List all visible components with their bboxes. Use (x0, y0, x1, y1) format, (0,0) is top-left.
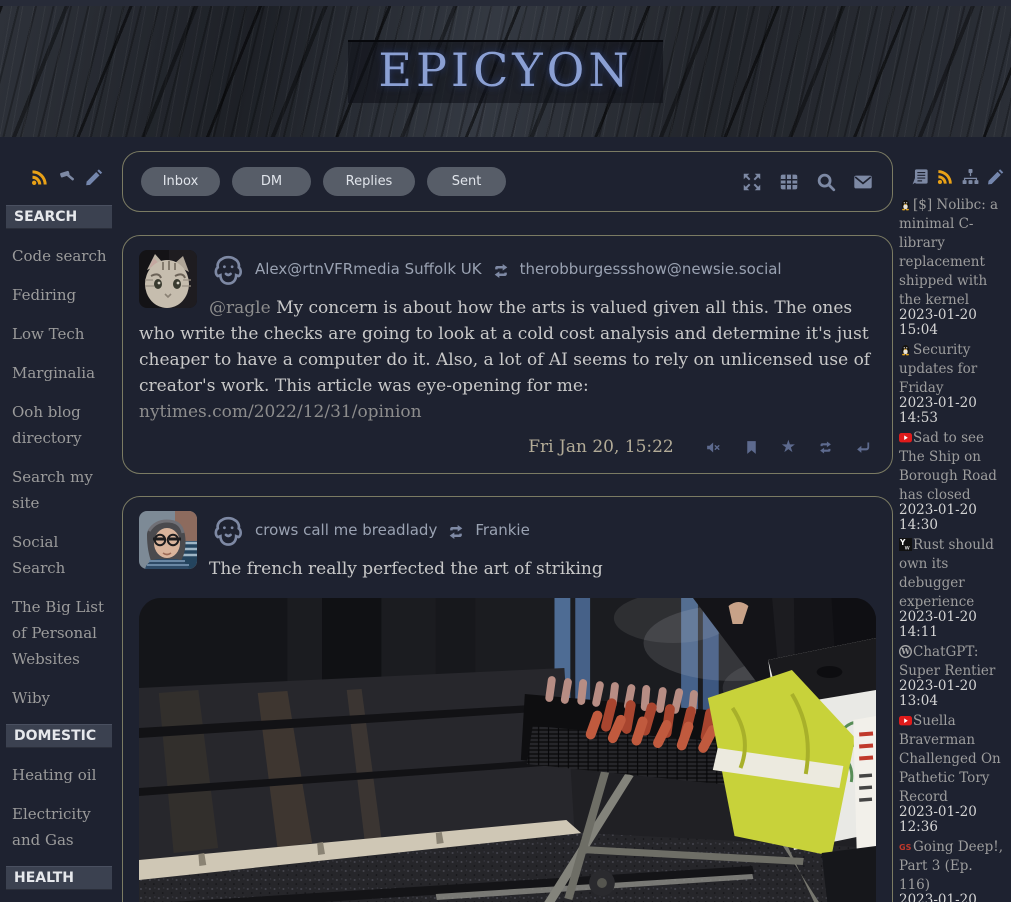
newswire-title: GSGoing Deep!, Part 3 (Ep. 116) (899, 839, 1003, 893)
newswire-title: YwRust should own its debugger experienc… (899, 537, 994, 610)
post: crows call me breadlady Frankie The fren… (122, 496, 893, 902)
left-sidebar-icons (6, 151, 112, 197)
star-like-icon[interactable]: ★ (781, 439, 796, 456)
tab-replies[interactable]: Replies (323, 167, 415, 196)
svg-text:w: w (905, 544, 911, 552)
sidebar-link-code-search[interactable]: Code search (6, 243, 112, 269)
svg-text:GS: GS (899, 843, 912, 852)
post-header: Alex@rtnVFRmedia Suffolk UK therobburges… (209, 250, 876, 285)
newswire-item[interactable]: Suella Braverman Challenged On Pathetic … (899, 710, 1007, 834)
sidebar-link-social-search[interactable]: Social Search (6, 529, 112, 581)
svg-text:W: W (900, 646, 911, 656)
timeline-header-icons (741, 171, 874, 193)
post-author-handle[interactable]: Alex@rtnVFRmedia Suffolk UK (255, 260, 482, 278)
newswire-item[interactable]: Sad to see The Ship on Borough Road has … (899, 427, 1007, 532)
newswire-title: Sad to see The Ship on Borough Road has … (899, 430, 997, 503)
search-icon[interactable] (815, 171, 837, 193)
youtube-icon (899, 714, 912, 727)
repeat-announce-icon[interactable] (817, 439, 834, 456)
youtube-icon (899, 431, 912, 444)
newswire-item[interactable]: GSGoing Deep!, Part 3 (Ep. 116) 2023-01-… (899, 836, 1007, 902)
newswire-item[interactable]: Security updates for Friday 2023-01-2014… (899, 339, 1007, 425)
mention-link[interactable]: @ragle (209, 298, 271, 318)
timeline-header: Inbox DM Replies Sent (122, 151, 893, 212)
gs-favicon: GS (899, 840, 912, 853)
newswire-sidebar: [$] Nolibc: a minimal C-library replacem… (899, 151, 1011, 902)
section-header-domestic: DOMESTIC (6, 724, 112, 748)
newswire-item[interactable]: [$] Nolibc: a minimal C-library replacem… (899, 194, 1007, 337)
tux-icon (899, 343, 912, 356)
newswire-date: 2023-01-2014:30 (899, 503, 1007, 532)
section-header-search: SEARCH (6, 205, 112, 229)
newswire-item[interactable]: WChatGPT: Super Rentier 2023-01-2013:04 (899, 641, 1007, 708)
wordpress-icon: W (899, 645, 912, 658)
tab-sent[interactable]: Sent (427, 167, 506, 196)
timeline-column: Inbox DM Replies Sent (112, 151, 899, 902)
newswire-date: 2023-01-2008:00 (899, 893, 1007, 902)
newswire-title: WChatGPT: Super Rentier (899, 644, 995, 679)
post-attached-photo[interactable] (139, 598, 876, 902)
sidebar-link-big-list-personal-websites[interactable]: The Big List of Personal Websites (6, 594, 112, 672)
post: Alex@rtnVFRmedia Suffolk UK therobburges… (122, 235, 893, 474)
post-body: @ragle My concern is about how the arts … (139, 295, 876, 425)
newswire-date: 2023-01-2015:04 (899, 308, 1007, 337)
post-header: crows call me breadlady Frankie (209, 511, 876, 546)
newswire-item[interactable]: YwRust should own its debugger experienc… (899, 534, 1007, 639)
newswire-date: 2023-01-2013:04 (899, 679, 1007, 708)
left-sidebar: SEARCH Code search Fediring Low Tech Mar… (0, 151, 112, 902)
sidebar-link-marginalia[interactable]: Marginalia (6, 360, 112, 386)
sidebar-link-low-tech[interactable]: Low Tech (6, 321, 112, 347)
newswire-title: Suella Braverman Challenged On Pathetic … (899, 713, 1001, 805)
calendar-grid-icon[interactable] (778, 171, 800, 193)
news-edit-icon[interactable] (911, 167, 930, 186)
page-content: SEARCH Code search Fediring Low Tech Mar… (0, 137, 1011, 902)
tux-icon (899, 198, 912, 211)
share-nodes-icon[interactable] (961, 167, 980, 186)
avatar[interactable] (139, 250, 197, 308)
newswire-title: Security updates for Friday (899, 342, 977, 396)
reply-icon[interactable] (855, 439, 872, 456)
edit-pencil-icon[interactable] (986, 167, 1005, 186)
repeat-boost-icon (446, 522, 466, 538)
post-text: The french really perfected the art of s… (209, 559, 603, 579)
newswire-date: 2023-01-2014:11 (899, 610, 1007, 639)
dog-avatar-icon[interactable] (209, 252, 246, 285)
post-timestamp[interactable]: Fri Jan 20, 15:22 (528, 437, 674, 457)
sidebar-link-wiby[interactable]: Wiby (6, 685, 112, 711)
yw-favicon: Yw (899, 538, 912, 551)
sidebar-link-electricity-and-gas[interactable]: Electricity and Gas (6, 801, 112, 853)
edit-pencil-icon[interactable] (84, 167, 104, 187)
post-footer: Fri Jan 20, 15:22 ★ (139, 437, 872, 457)
hammer-icon[interactable] (57, 167, 77, 187)
mute-icon[interactable] (705, 439, 722, 456)
rss-icon[interactable] (30, 167, 50, 187)
post-author-handle[interactable]: crows call me breadlady (255, 521, 437, 539)
site-banner[interactable]: EPICYON (0, 0, 1011, 137)
expand-icon[interactable] (741, 171, 763, 193)
sidebar-link-ooh-blog-directory[interactable]: Ooh blog directory (6, 399, 112, 451)
tab-inbox[interactable]: Inbox (141, 167, 220, 196)
rss-icon[interactable] (936, 167, 955, 186)
repeat-boost-icon (491, 261, 511, 277)
avatar[interactable] (139, 511, 197, 569)
site-title: EPICYON (348, 40, 662, 103)
sidebar-link-search-my-site[interactable]: Search my site (6, 464, 112, 516)
post-body: The french really perfected the art of s… (139, 556, 876, 582)
sidebar-link-fediring[interactable]: Fediring (6, 282, 112, 308)
epicyon-app: EPICYON SEARCH Code search Fediring Low … (0, 0, 1011, 902)
dog-avatar-icon[interactable] (209, 513, 246, 546)
newswire-icons (899, 151, 1007, 194)
newswire-date: 2023-01-2012:36 (899, 805, 1007, 834)
sidebar-link-heating-oil[interactable]: Heating oil (6, 762, 112, 788)
post-boosted-handle[interactable]: therobburgessshow@newsie.social (520, 260, 782, 278)
bookmark-icon[interactable] (743, 439, 760, 456)
external-link[interactable]: nytimes.com/2022/12/31/opinion (139, 402, 422, 422)
tab-dm[interactable]: DM (232, 167, 311, 196)
envelope-icon[interactable] (852, 171, 874, 193)
section-header-health: HEALTH (6, 866, 112, 890)
newswire-title: [$] Nolibc: a minimal C-library replacem… (899, 197, 998, 308)
newswire-date: 2023-01-2014:53 (899, 396, 1007, 425)
post-boosted-handle[interactable]: Frankie (475, 521, 530, 539)
